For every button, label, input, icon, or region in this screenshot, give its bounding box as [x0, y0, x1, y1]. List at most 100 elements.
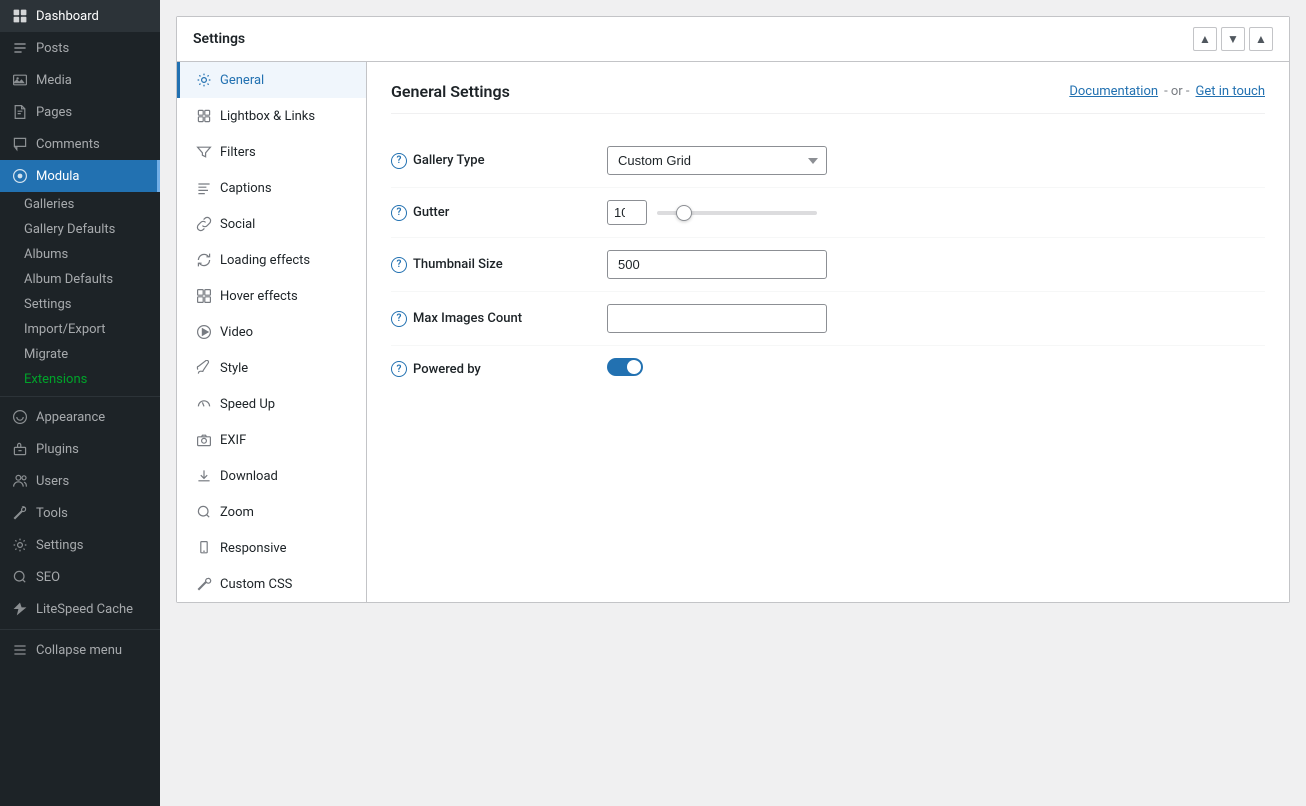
sidebar-sub-migrate[interactable]: Migrate	[0, 342, 160, 367]
sidebar-item-comments[interactable]: Comments	[0, 128, 160, 160]
nav-item-responsive-label: Responsive	[220, 541, 287, 556]
sidebar-item-posts-label: Posts	[36, 41, 69, 56]
litespeed-icon	[12, 601, 28, 617]
download-icon	[196, 468, 212, 484]
sidebar-item-appearance[interactable]: Appearance	[0, 401, 160, 433]
nav-item-speed-up[interactable]: Speed Up	[177, 386, 366, 422]
nav-item-filters-label: Filters	[220, 145, 256, 160]
thumbnail-size-help[interactable]: ?	[391, 257, 407, 273]
nav-item-captions[interactable]: Captions	[177, 170, 366, 206]
posts-icon	[12, 40, 28, 56]
powered-by-toggle[interactable]	[607, 358, 643, 376]
thumbnail-size-input[interactable]	[607, 250, 827, 279]
max-images-label-area: ? Max Images Count	[391, 311, 591, 327]
nav-item-loading-effects[interactable]: Loading effects	[177, 242, 366, 278]
users-icon	[12, 473, 28, 489]
documentation-link[interactable]: Documentation	[1069, 84, 1158, 99]
gutter-input[interactable]	[607, 200, 647, 225]
gallery-type-help[interactable]: ?	[391, 153, 407, 169]
gutter-slider-thumb[interactable]	[676, 205, 692, 221]
sidebar-item-modula[interactable]: Modula	[0, 160, 160, 192]
grid-icon	[196, 108, 212, 124]
nav-item-general[interactable]: General	[177, 62, 366, 98]
sidebar-item-pages-label: Pages	[36, 105, 72, 120]
nav-item-custom-css[interactable]: Custom CSS	[177, 566, 366, 602]
nav-item-style[interactable]: Style	[177, 350, 366, 386]
content-links: Documentation - or - Get in touch	[1069, 84, 1265, 99]
main-content: Settings ▲ ▼ ▲ General Lightbox & Links	[160, 0, 1306, 806]
tools-icon	[12, 505, 28, 521]
sidebar-item-dashboard[interactable]: Dashboard	[0, 0, 160, 32]
collapse-icon	[12, 642, 28, 658]
settings-panel: Settings ▲ ▼ ▲ General Lightbox & Links	[176, 16, 1290, 603]
sidebar-item-tools[interactable]: Tools	[0, 497, 160, 529]
nav-item-style-label: Style	[220, 361, 248, 376]
nav-item-lightbox[interactable]: Lightbox & Links	[177, 98, 366, 134]
sidebar-sub-gallery-defaults[interactable]: Gallery Defaults	[0, 217, 160, 242]
gutter-control-area	[607, 200, 1265, 225]
nav-item-video[interactable]: Video	[177, 314, 366, 350]
max-images-input[interactable]	[607, 304, 827, 333]
nav-item-zoom[interactable]: Zoom	[177, 494, 366, 530]
form-row-gutter: ? Gutter	[391, 188, 1265, 238]
sidebar-item-seo[interactable]: SEO	[0, 561, 160, 593]
comments-icon	[12, 136, 28, 152]
sidebar-sub-albums[interactable]: Albums	[0, 242, 160, 267]
settings-icon	[12, 537, 28, 553]
speedometer-icon	[196, 396, 212, 412]
sidebar-sub-import-export[interactable]: Import/Export	[0, 317, 160, 342]
brush-icon	[196, 360, 212, 376]
settings-panel-title: Settings	[193, 31, 245, 47]
sidebar-item-litespeed[interactable]: LiteSpeed Cache	[0, 593, 160, 625]
gallery-type-select[interactable]: Custom Grid Masonry Slider Grid	[607, 146, 827, 175]
nav-item-zoom-label: Zoom	[220, 505, 254, 520]
gear-icon	[196, 72, 212, 88]
header-up-button[interactable]: ▲	[1193, 27, 1217, 51]
nav-item-general-label: General	[220, 73, 264, 88]
settings-nav: General Lightbox & Links Filters Caption…	[177, 62, 367, 602]
gallery-type-control: Custom Grid Masonry Slider Grid	[607, 146, 1265, 175]
nav-item-filters[interactable]: Filters	[177, 134, 366, 170]
header-controls: ▲ ▼ ▲	[1193, 27, 1273, 51]
sidebar-item-dashboard-label: Dashboard	[36, 9, 99, 24]
nav-item-exif[interactable]: EXIF	[177, 422, 366, 458]
gallery-type-label-area: ? Gallery Type	[391, 153, 591, 169]
sidebar-item-modula-label: Modula	[36, 169, 80, 184]
sidebar-item-plugins[interactable]: Plugins	[0, 433, 160, 465]
sidebar-item-media[interactable]: Media	[0, 64, 160, 96]
gutter-control	[607, 200, 1265, 225]
sidebar-item-pages[interactable]: Pages	[0, 96, 160, 128]
sidebar-item-posts[interactable]: Posts	[0, 32, 160, 64]
filter-icon	[196, 144, 212, 160]
sidebar-item-seo-label: SEO	[36, 570, 60, 585]
sidebar-sub-settings[interactable]: Settings	[0, 292, 160, 317]
form-row-gallery-type: ? Gallery Type Custom Grid Masonry Slide…	[391, 134, 1265, 188]
nav-item-hover-effects[interactable]: Hover effects	[177, 278, 366, 314]
get-in-touch-link[interactable]: Get in touch	[1196, 84, 1265, 99]
settings-panel-header: Settings ▲ ▼ ▲	[177, 17, 1289, 62]
sidebar-sub-extensions[interactable]: Extensions	[0, 367, 160, 392]
sidebar-item-users[interactable]: Users	[0, 465, 160, 497]
nav-item-captions-label: Captions	[220, 181, 272, 196]
thumbnail-size-label: Thumbnail Size	[413, 257, 503, 272]
max-images-help[interactable]: ?	[391, 311, 407, 327]
gutter-help[interactable]: ?	[391, 205, 407, 221]
form-row-thumbnail-size: ? Thumbnail Size	[391, 238, 1265, 292]
sidebar-item-collapse[interactable]: Collapse menu	[0, 634, 160, 666]
header-down-button[interactable]: ▼	[1221, 27, 1245, 51]
sidebar-sub-album-defaults[interactable]: Album Defaults	[0, 267, 160, 292]
nav-item-exif-label: EXIF	[220, 433, 246, 448]
sidebar-sub-galleries[interactable]: Galleries	[0, 192, 160, 217]
sidebar-item-settings[interactable]: Settings	[0, 529, 160, 561]
nav-item-download[interactable]: Download	[177, 458, 366, 494]
sidebar: Dashboard Posts Media Pages Comments Mod…	[0, 0, 160, 806]
header-collapse-button[interactable]: ▲	[1249, 27, 1273, 51]
max-images-label: Max Images Count	[413, 311, 522, 326]
gutter-slider[interactable]	[657, 211, 817, 215]
nav-item-social[interactable]: Social	[177, 206, 366, 242]
thumbnail-size-label-area: ? Thumbnail Size	[391, 257, 591, 273]
powered-by-label-area: ? Powered by	[391, 361, 591, 377]
powered-by-help[interactable]: ?	[391, 361, 407, 377]
settings-body: General Lightbox & Links Filters Caption…	[177, 62, 1289, 602]
nav-item-responsive[interactable]: Responsive	[177, 530, 366, 566]
